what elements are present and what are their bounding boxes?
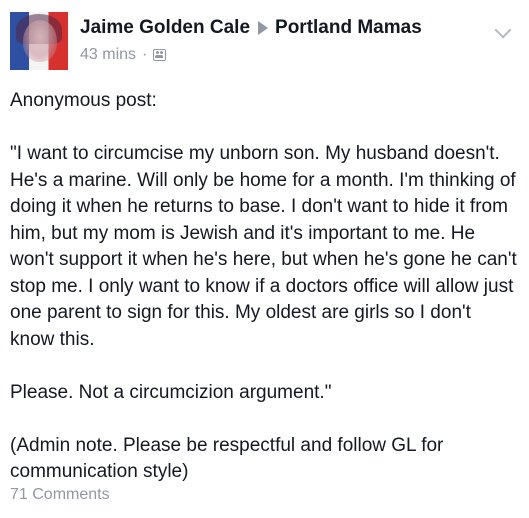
post-paragraph: Anonymous post: [10,90,157,111]
post-header: Jaime Golden Cale Portland Mamas [80,17,422,39]
right-arrow-icon [258,21,269,35]
feed-post: Jaime Golden Cale Portland Mamas 43 mins… [0,0,529,518]
group-name-link[interactable]: Portland Mamas [275,17,422,39]
group-audience-icon[interactable] [153,49,167,61]
meta-separator: · [142,46,148,63]
comments-count-link[interactable]: 71 Comments [10,486,110,504]
post-paragraph: Please. Not a circumcizion argument." [10,381,332,403]
post-timestamp[interactable]: 43 mins [80,46,136,64]
post-body: Anonymous post: "I want to circumcise my… [10,88,520,486]
post-paragraph: "I want to circumcise my unborn son. My … [10,143,517,350]
avatar[interactable] [10,12,68,70]
chevron-down-icon[interactable] [494,21,512,39]
author-name-link[interactable]: Jaime Golden Cale [80,17,250,39]
post-meta: 43 mins · [80,46,167,64]
post-paragraph: (Admin note. Please be respectful and fo… [10,434,444,483]
avatar-face [23,20,57,62]
